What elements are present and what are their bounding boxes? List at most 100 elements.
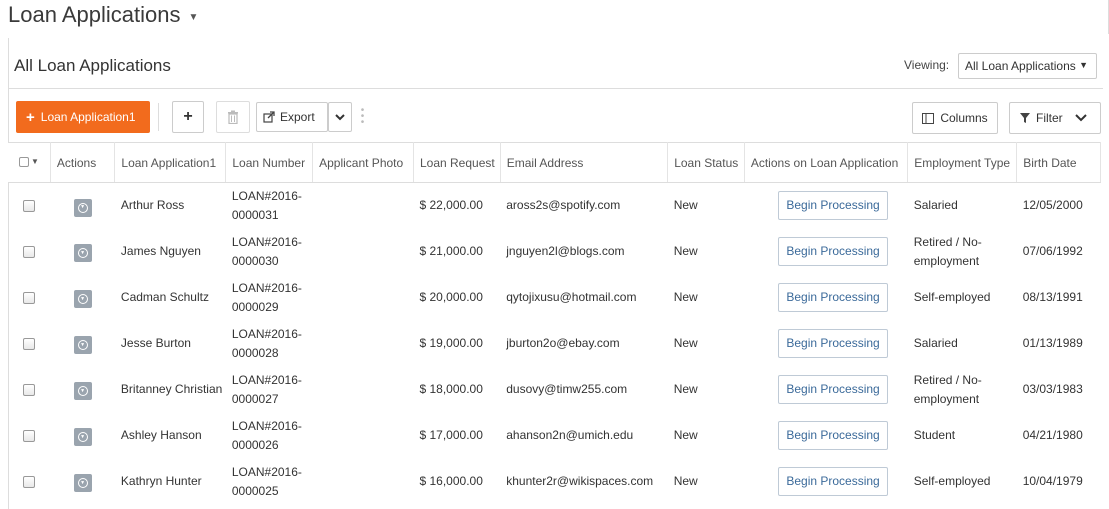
table-row[interactable]: ▼ Kathryn Hunter LOAN#2016-0000025 $ 16,000… (8, 459, 1101, 505)
table-row[interactable]: ▼ Britanney Christian LOAN#2016-0000027 $ 1… (8, 367, 1101, 413)
column-header[interactable]: Loan Number (225, 142, 314, 183)
column-header[interactable]: Loan Application1 (114, 142, 227, 183)
row-checkbox[interactable] (23, 337, 36, 350)
column-header[interactable]: Actions (50, 142, 116, 183)
begin-processing-button[interactable]: Begin Processing (778, 421, 888, 450)
loan-request: $ 22,000.00 (419, 198, 483, 213)
page-title[interactable]: Loan Applications ▼ (8, 2, 198, 28)
table-row[interactable]: ▼ Cadman Schultz LOAN#2016-0000029 $ 20,000… (8, 275, 1101, 321)
circle-chevron-down-icon[interactable]: ▼ (73, 428, 92, 447)
applicant-name[interactable]: Ashley Hanson (115, 413, 226, 459)
begin-processing-button[interactable]: Begin Processing (778, 375, 888, 404)
column-header[interactable]: Actions on Loan Application (744, 142, 909, 183)
table-row[interactable]: ▼ James Nguyen LOAN#2016-0000030 $ 21,000.0… (8, 229, 1101, 275)
row-actions-cell: ▼ (50, 459, 115, 505)
loan-request: $ 17,000.00 (419, 428, 483, 442)
funnel-icon (1020, 113, 1030, 123)
circle-chevron-down-icon[interactable]: ▼ (73, 474, 92, 493)
column-header[interactable]: Applicant Photo (312, 142, 414, 183)
birth-date: 04/21/1980 (1022, 428, 1083, 442)
row-checkbox[interactable] (23, 291, 36, 304)
filter-label: Filter (1036, 111, 1063, 125)
employment-type: Salaried (913, 336, 958, 350)
column-header[interactable]: Email Address (500, 142, 669, 183)
row-checkbox[interactable] (23, 383, 36, 396)
applicant-name[interactable]: Arthur Ross (115, 183, 226, 229)
chevron-down-icon (335, 113, 345, 120)
add-button[interactable]: + (172, 101, 204, 133)
email-address[interactable]: aross2s@spotify.com (500, 183, 667, 229)
row-checkbox[interactable] (23, 429, 36, 442)
columns-icon (922, 112, 935, 124)
export-options-button[interactable] (328, 102, 352, 132)
caret-down-icon[interactable]: ▼ (31, 157, 39, 166)
begin-processing-button[interactable]: Begin Processing (778, 467, 888, 496)
employment-type: Retired / No-employment (913, 234, 982, 268)
delete-button[interactable] (216, 101, 250, 133)
loan-action-cell: Begin Processing (744, 183, 907, 229)
export-button[interactable]: Export (256, 102, 328, 132)
plus-icon: + (183, 108, 193, 125)
email-address[interactable]: jburton2o@ebay.com (500, 321, 667, 367)
view-select[interactable]: All Loan Applications ▼ (958, 53, 1097, 79)
row-select-cell (8, 367, 50, 413)
email-address[interactable]: qytojixusu@hotmail.com (500, 275, 667, 321)
drag-handle-icon[interactable]: • • • (360, 106, 365, 128)
birth-date: 08/13/1991 (1022, 290, 1083, 304)
applicant-photo (313, 321, 414, 367)
table-header-row: ▼ Actions Loan Application1 Loan Number … (8, 142, 1101, 183)
email-address[interactable]: khunter2r@wikispaces.com (500, 459, 667, 505)
filter-button[interactable]: Filter (1009, 102, 1101, 134)
applicant-name[interactable]: Cadman Schultz (115, 275, 226, 321)
email-address[interactable]: dusovy@timw255.com (500, 367, 667, 413)
column-header[interactable]: Employment Type (907, 142, 1018, 183)
email-address[interactable]: jnguyen2l@blogs.com (500, 229, 667, 275)
begin-processing-button[interactable]: Begin Processing (778, 329, 888, 358)
circle-chevron-down-icon[interactable]: ▼ (73, 290, 92, 309)
loan-request: $ 19,000.00 (419, 336, 483, 350)
toolbar-separator (158, 103, 159, 131)
loan-number: LOAN#2016-0000026 (231, 418, 302, 452)
column-header[interactable]: Loan Request (413, 142, 501, 183)
loan-status: New (673, 290, 698, 304)
employment-type: Self-employed (913, 474, 991, 488)
applicant-name[interactable]: James Nguyen (115, 229, 226, 275)
circle-chevron-down-icon[interactable]: ▼ (73, 382, 92, 401)
begin-processing-button[interactable]: Begin Processing (778, 283, 888, 312)
column-header[interactable]: Birth Date (1016, 142, 1101, 183)
employment-type: Salaried (913, 198, 958, 213)
new-loan-application-button[interactable]: + Loan Application1 (16, 101, 150, 133)
columns-button[interactable]: Columns (912, 102, 998, 134)
row-checkbox[interactable] (23, 200, 36, 213)
page-title-text: Loan Applications (8, 2, 181, 27)
row-actions-cell: ▼ (50, 229, 115, 275)
birth-date: 01/13/1989 (1022, 336, 1083, 350)
row-checkbox[interactable] (23, 245, 36, 258)
caret-down-icon[interactable]: ▼ (188, 12, 198, 23)
begin-processing-button[interactable]: Begin Processing (778, 237, 888, 266)
applicant-name[interactable]: Jesse Burton (115, 321, 226, 367)
circle-chevron-down-icon[interactable]: ▼ (73, 336, 92, 355)
row-actions-cell: ▼ (50, 413, 115, 459)
loan-number: LOAN#2016-0000025 (231, 464, 302, 498)
select-all-header[interactable]: ▼ (8, 142, 51, 183)
applicant-name[interactable]: Kathryn Hunter (115, 459, 226, 505)
loan-action-cell: Begin Processing (744, 275, 907, 321)
applicant-photo (313, 275, 414, 321)
loan-action-cell: Begin Processing (744, 321, 907, 367)
plus-icon: + (26, 108, 35, 126)
select-all-checkbox[interactable] (18, 156, 29, 167)
table-row[interactable]: ▼ Arthur Ross LOAN#2016-0000031 $ 22,000.00… (8, 183, 1101, 229)
column-header[interactable]: Loan Status (667, 142, 745, 183)
applicant-name[interactable]: Britanney Christian (115, 367, 226, 413)
begin-processing-button[interactable]: Begin Processing (778, 191, 888, 221)
circle-chevron-down-icon[interactable]: ▼ (73, 198, 92, 217)
table-row[interactable]: ▼ Jesse Burton LOAN#2016-0000028 $ 19,000.0… (8, 321, 1101, 367)
loan-number: LOAN#2016-0000029 (231, 280, 302, 314)
circle-chevron-down-icon[interactable]: ▼ (73, 244, 92, 263)
email-address[interactable]: ahanson2n@umich.edu (500, 413, 667, 459)
loan-request: $ 20,000.00 (419, 290, 483, 304)
table-row[interactable]: ▼ Ashley Hanson LOAN#2016-0000026 $ 17,000.… (8, 413, 1101, 459)
row-checkbox[interactable] (23, 475, 36, 488)
loan-number: LOAN#2016-0000031 (231, 188, 302, 222)
